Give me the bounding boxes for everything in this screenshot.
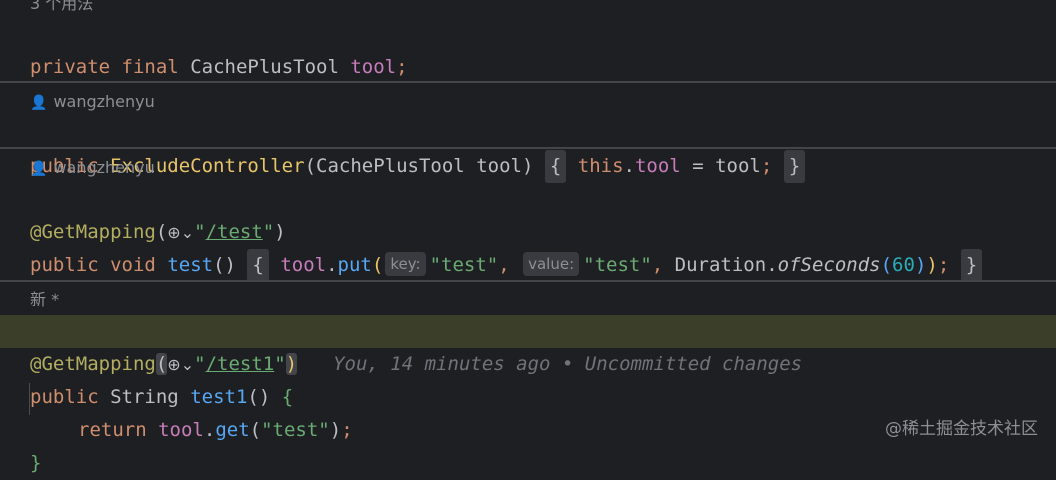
param-hint-value: value: [523, 252, 580, 276]
assign: = [680, 155, 716, 177]
keyword: return [78, 419, 147, 441]
object-ref: tool [158, 419, 204, 441]
paren: ) [329, 419, 342, 441]
field-ref: tool [634, 155, 681, 177]
return-line[interactable]: return tool.get("test"); [78, 381, 353, 441]
dot: . [623, 155, 635, 177]
semicolon: ; [760, 155, 773, 177]
fold-brace-open[interactable]: { [247, 249, 269, 282]
constructor-line[interactable]: public ExcludeController(CachePlusTool t… [30, 117, 806, 183]
person-icon: 👤 [30, 161, 48, 177]
fold-brace-close[interactable]: } [960, 249, 983, 282]
closing-brace-line[interactable]: } [30, 414, 41, 474]
semicolon: ; [396, 56, 408, 78]
string-arg: "test" [261, 419, 330, 441]
comma: , [651, 254, 675, 276]
keyword: void [110, 254, 156, 276]
author-name: wangzhenyu [53, 158, 155, 177]
class-ref: Duration [674, 254, 767, 276]
usages-hint[interactable]: 3 个用法 [30, 0, 93, 16]
method-test1-line[interactable]: public String test1() { [30, 348, 293, 408]
semicolon: ; [937, 254, 950, 276]
annotation-line-1[interactable]: @GetMapping(⊕⌄"/test") [30, 183, 286, 243]
object-ref: tool [280, 254, 327, 276]
watermark: @稀土掘金技术社区 [885, 419, 1038, 439]
fold-brace-open[interactable]: { [544, 150, 567, 183]
keyword: private [30, 56, 111, 78]
paren: ) [521, 155, 534, 177]
method-separator [0, 81, 1056, 83]
paren: ) [926, 254, 938, 276]
indent-guide [29, 383, 30, 415]
fold-brace-close[interactable]: } [783, 150, 806, 183]
number-literal: 60 [892, 254, 915, 276]
keyword: final [121, 56, 179, 78]
param-name: tool [476, 155, 522, 177]
field-declaration-line[interactable]: private final CachePlusTool tool; [30, 18, 408, 78]
parens: () [213, 254, 236, 276]
keyword: public [30, 254, 99, 276]
string-arg: "test" [429, 254, 499, 276]
this-keyword: this [577, 155, 624, 177]
call-name: get [215, 419, 250, 441]
type-name: CachePlusTool [190, 56, 339, 78]
static-method: ofSeconds [777, 254, 881, 276]
paren: ( [304, 155, 317, 177]
paren: ( [249, 419, 262, 441]
annotation-line-2[interactable]: @GetMapping(⊕⌄"/test1") You, 14 minutes a… [0, 315, 1056, 375]
author-name: wangzhenyu [53, 92, 155, 111]
author-hint-1[interactable]: 👤 wangzhenyu [30, 90, 155, 114]
method-separator [0, 280, 1056, 282]
semicolon: ; [341, 419, 353, 441]
value-ref: tool [715, 155, 761, 177]
dot: . [766, 254, 778, 276]
param-hint-key: key: [385, 252, 426, 276]
param-type: CachePlusTool [316, 155, 465, 177]
person-icon: 👤 [30, 95, 48, 111]
comma: , [498, 254, 510, 276]
brace-close: } [30, 452, 42, 474]
field-name: tool [350, 56, 397, 78]
dot: . [203, 419, 216, 441]
method-separator [0, 147, 1056, 149]
string-arg: "test" [583, 254, 652, 276]
method-name: test [167, 254, 214, 276]
dot: . [326, 254, 338, 276]
call-name: put [337, 254, 372, 276]
paren: ( [880, 254, 893, 276]
git-blame-inline[interactable]: You, 14 minutes ago • Uncommitted change… [333, 353, 802, 375]
paren: ) [914, 254, 927, 276]
method-test-line[interactable]: public void test() { tool.put(key: "test"… [30, 216, 983, 282]
change-marker[interactable]: 新 * [30, 288, 59, 312]
paren: ( [371, 254, 384, 276]
author-hint-2[interactable]: 👤 wangzhenyu [30, 156, 155, 180]
